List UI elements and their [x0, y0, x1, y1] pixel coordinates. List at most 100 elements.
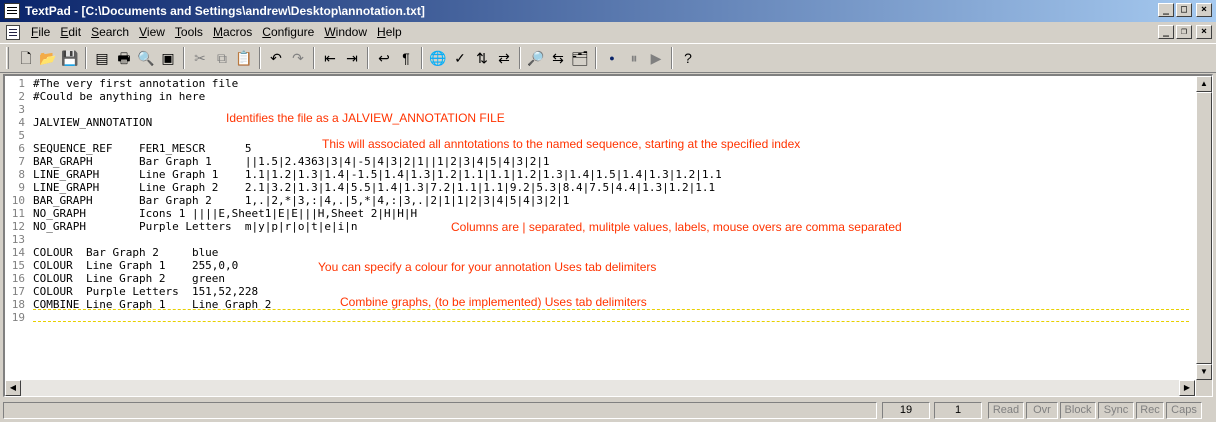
menu-label-rest: elp: [385, 25, 402, 39]
menu-label-rest: earch: [99, 25, 130, 39]
toolbar-grip[interactable]: [6, 47, 9, 69]
menu-file[interactable]: File: [26, 23, 55, 41]
code-line[interactable]: COLOUR Line Graph 1 255,0,0: [33, 259, 238, 272]
pause-macro-button[interactable]: ⏸: [623, 47, 645, 69]
undo-icon: ↶: [270, 50, 282, 66]
doc-close-button[interactable]: ×: [1196, 25, 1212, 39]
status-message-panel: [3, 402, 877, 419]
new-file-icon: 🗋: [20, 50, 32, 66]
minimize-button[interactable]: _: [1158, 3, 1174, 17]
pause-macro-icon: ⏸: [630, 50, 638, 66]
sort-button[interactable]: ⇅: [471, 47, 493, 69]
menu-configure[interactable]: Configure: [257, 23, 319, 41]
menu-search[interactable]: Search: [86, 23, 134, 41]
code-line[interactable]: JALVIEW_ANNOTATION: [33, 116, 152, 129]
close-button[interactable]: ×: [1196, 3, 1212, 17]
text-area[interactable]: Identifies the file as a JALVIEW_ANNOTAT…: [33, 76, 1193, 380]
textpad-app-icon[interactable]: [4, 3, 20, 19]
code-line[interactable]: LINE_GRAPH Line Graph 1 1.1|1.2|1.3|1.4|…: [33, 168, 722, 181]
maximize-button[interactable]: □: [1176, 3, 1192, 17]
web-browser-button[interactable]: 🌐: [427, 47, 449, 69]
paste-button[interactable]: 📋: [233, 47, 255, 69]
redo-icon: ↷: [292, 50, 304, 66]
doc-minimize-button[interactable]: _: [1158, 25, 1174, 39]
code-line[interactable]: COMBINE Line Graph 1 Line Graph 2: [33, 298, 271, 311]
menu-macros[interactable]: Macros: [208, 23, 257, 41]
pilcrow-button[interactable]: ¶: [395, 47, 417, 69]
line-number: 16: [11, 272, 25, 285]
find-icon: 🔎: [527, 50, 545, 66]
menu-help[interactable]: Help: [372, 23, 407, 41]
copy-button[interactable]: ⧉: [211, 47, 233, 69]
line-number: 2: [18, 90, 25, 103]
print-preview-button[interactable]: 🔍: [135, 47, 157, 69]
vertical-scroll-thumb[interactable]: [1196, 92, 1212, 364]
line-number: 14: [11, 246, 25, 259]
scroll-up-button[interactable]: ▲: [1196, 76, 1212, 92]
status-flag-rec: Rec: [1136, 402, 1164, 419]
scroll-down-button[interactable]: ▼: [1196, 364, 1212, 380]
line-number: 18: [11, 298, 25, 311]
code-line[interactable]: NO_GRAPH Purple Letters m|y|p|r|o|t|e|i|…: [33, 220, 358, 233]
scroll-left-button[interactable]: ◀: [5, 380, 21, 396]
print-icon: 🖶: [117, 50, 131, 66]
status-flag-sync: Sync: [1098, 402, 1134, 419]
horizontal-scrollbar[interactable]: ◀ ▶: [5, 380, 1195, 396]
cut-button[interactable]: ✂: [189, 47, 211, 69]
code-line[interactable]: COLOUR Purple Letters 151,52,228: [33, 285, 258, 298]
code-line[interactable]: BAR_GRAPH Bar Graph 1 ||1.5|2.4363|3|4|-…: [33, 155, 550, 168]
code-line[interactable]: LINE_GRAPH Line Graph 2 2.1|3.2|1.3|1.4|…: [33, 181, 715, 194]
scroll-corner: [1196, 380, 1212, 396]
vertical-scrollbar[interactable]: ▲ ▼: [1196, 76, 1212, 380]
record-macro-icon: ●: [609, 53, 615, 63]
play-macro-button[interactable]: ▶: [645, 47, 667, 69]
find-in-files-button[interactable]: 🗂: [569, 47, 591, 69]
code-line[interactable]: #The very first annotation file: [33, 77, 238, 90]
toolbar: 🗋 📂 💾 ▤ 🖶 🔍 ▣ ✂ ⧉ 📋 ↶ ↷ ⇤ ⇥ ↩ ¶ 🌐 ✓ ⇅ ⇄ 🔎 ⇆ 🗂 ● ⏸ ▶?: [0, 43, 1216, 73]
page-setup-button[interactable]: ▤: [91, 47, 113, 69]
indent-button[interactable]: ⇥: [341, 47, 363, 69]
toolbar-separator: [183, 47, 185, 69]
scroll-right-button[interactable]: ▶: [1179, 380, 1195, 396]
code-line[interactable]: COLOUR Bar Graph 2 blue: [33, 246, 218, 259]
spell-check-button[interactable]: ✓: [449, 47, 471, 69]
word-wrap-button[interactable]: ↩: [373, 47, 395, 69]
compare-button[interactable]: ⇄: [493, 47, 515, 69]
compare-icon: ⇄: [498, 50, 510, 66]
code-line[interactable]: #Could be anything in here: [33, 90, 205, 103]
line-number: 6: [18, 142, 25, 155]
print-button[interactable]: 🖶: [113, 47, 135, 69]
unindent-button[interactable]: ⇤: [319, 47, 341, 69]
menu-window[interactable]: Window: [319, 23, 372, 41]
menu-view[interactable]: View: [134, 23, 170, 41]
menu-tools[interactable]: Tools: [170, 23, 208, 41]
find-button[interactable]: 🔎: [525, 47, 547, 69]
undo-button[interactable]: ↶: [265, 47, 287, 69]
save-button[interactable]: 💾: [59, 47, 81, 69]
code-line[interactable]: NO_GRAPH Icons 1 ||||E,Sheet1|E|E|||H,Sh…: [33, 207, 417, 220]
document-properties-button[interactable]: ▣: [157, 47, 179, 69]
status-flag-read: Read: [988, 402, 1024, 419]
context-help-button[interactable]: ?: [677, 47, 699, 69]
record-macro-button[interactable]: ●: [601, 47, 623, 69]
doc-restore-button[interactable]: ❐: [1176, 25, 1192, 39]
redo-button[interactable]: ↷: [287, 47, 309, 69]
status-flag-block: Block: [1060, 402, 1096, 419]
menu-edit[interactable]: Edit: [55, 23, 86, 41]
toolbar-separator: [85, 47, 87, 69]
new-file-button[interactable]: 🗋: [15, 47, 37, 69]
code-line[interactable]: BAR_GRAPH Bar Graph 2 1,.|2,*|3,:|4,.|5,…: [33, 194, 569, 207]
code-line[interactable]: SEQUENCE_REF FER1_MESCR 5: [33, 142, 252, 155]
code-line[interactable]: COLOUR Line Graph 2 green: [33, 272, 225, 285]
toolbar-separator: [671, 47, 673, 69]
line-number: 11: [11, 207, 25, 220]
line-number-gutter: 1 2 3 4 5 6 7 8 9 10 11 12 13 14 15 16 17 18 19: [5, 76, 27, 380]
editor[interactable]: 1 2 3 4 5 6 7 8 9 10 11 12 13 14 15 16 17 18 19 Identifies…: [3, 74, 1213, 397]
open-file-button[interactable]: 📂: [37, 47, 59, 69]
document-window-controls: _ ❐ ×: [1158, 25, 1212, 39]
status-bar: 19 1 Read Ovr Block Sync Rec Caps: [0, 400, 1216, 420]
play-macro-icon: ▶: [650, 50, 662, 66]
replace-button[interactable]: ⇆: [547, 47, 569, 69]
annotation-combine: Combine graphs, (to be implemented) Uses…: [340, 295, 647, 309]
document-icon[interactable]: [6, 24, 20, 40]
